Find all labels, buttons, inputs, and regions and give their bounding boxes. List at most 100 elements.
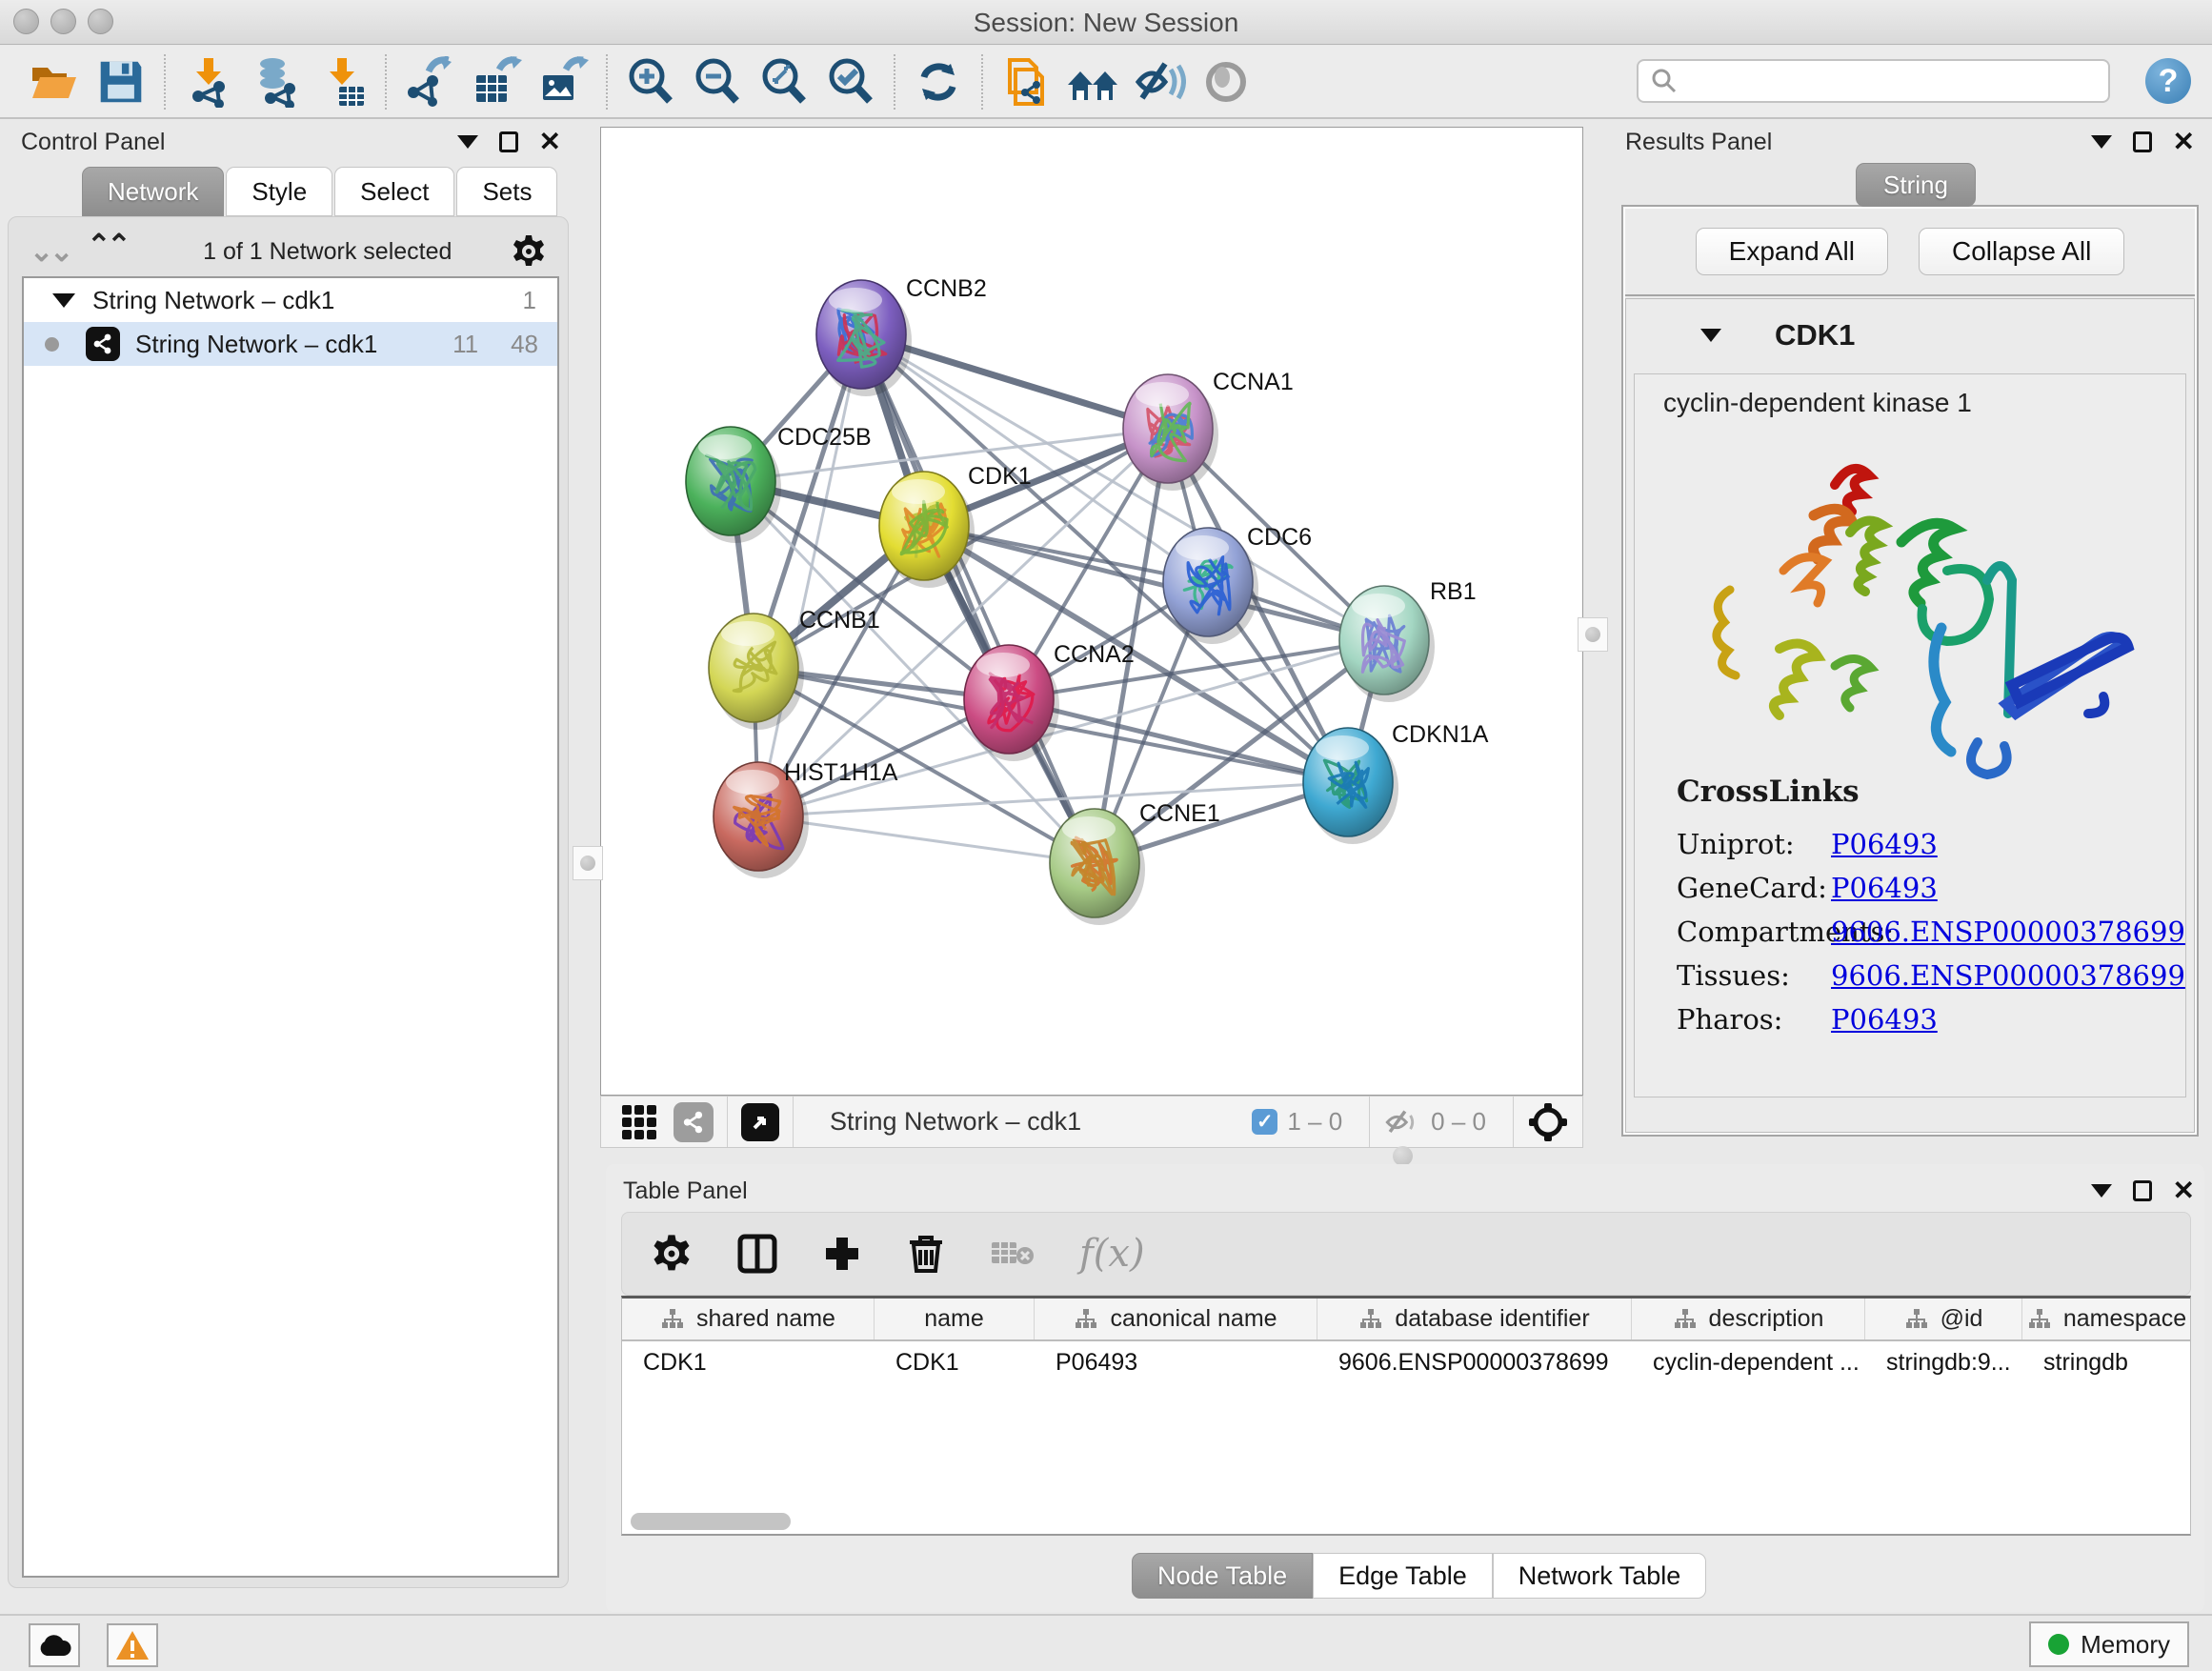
export-network-button[interactable] [402,54,457,110]
crosslink-link[interactable]: 9606.ENSP00000378699 [1831,916,2185,948]
network-node-CCNE1[interactable] [1050,809,1145,925]
node-label-CCNA1: CCNA1 [1213,369,1294,395]
panel-float-icon[interactable] [2133,131,2152,152]
selected-checkbox-icon[interactable]: ✓ [1252,1109,1277,1135]
title-bar: Session: New Session [0,0,2212,45]
tab-network[interactable]: Network [82,167,224,216]
network-canvas[interactable]: CCNB2CCNA1CDC25BCDK1CDC6RB1CCNB1CCNA2CDK… [600,127,1583,1096]
table-cell: CDK1 [622,1341,875,1383]
table-row[interactable]: CDK1CDK1P064939606.ENSP00000378699cyclin… [622,1341,2190,1383]
network-tree-child-row[interactable]: String Network – cdk1 11 48 [24,322,557,366]
column-header--id[interactable]: @id [1865,1299,2022,1339]
column-header-name[interactable]: name [875,1299,1035,1339]
zoom-selected-button[interactable] [823,54,878,110]
import-network-button[interactable] [181,54,236,110]
delete-column-icon[interactable] [906,1233,946,1275]
tab-string[interactable]: String [1856,163,1976,207]
add-column-icon[interactable] [822,1234,862,1274]
panel-close-icon[interactable]: ✕ [539,132,561,151]
left-splitter-handle[interactable] [573,846,603,880]
birds-eye-view-icon[interactable] [741,1103,779,1141]
column-header-description[interactable]: description [1632,1299,1865,1339]
tab-select[interactable]: Select [334,167,454,216]
network-node-CCNA2[interactable] [964,645,1059,761]
hide-selected-button[interactable] [1132,54,1187,110]
open-session-button[interactable] [27,54,82,110]
expand-all-networks-icon[interactable]: ⌃⌃ [87,229,127,262]
network-edge[interactable] [758,334,861,816]
network-node-RB1[interactable] [1339,586,1435,702]
show-hidden-button[interactable] [1198,54,1254,110]
table-options-gear-icon[interactable] [651,1233,693,1275]
crosslink-link[interactable]: P06493 [1831,1003,1938,1036]
network-node-CDKN1A[interactable] [1303,728,1398,844]
network-node-CCNB1[interactable] [709,614,804,730]
tab-node-table[interactable]: Node Table [1132,1553,1313,1599]
save-session-button[interactable] [93,54,149,110]
table-horizontal-scrollbar[interactable] [631,1513,791,1530]
crosslink-row: GeneCard:P06493 [1677,866,2185,910]
panel-float-icon[interactable] [499,131,518,152]
column-header-database-identifier[interactable]: database identifier [1317,1299,1632,1339]
tab-network-table[interactable]: Network Table [1493,1553,1707,1599]
refresh-button[interactable] [911,54,966,110]
panel-close-icon[interactable]: ✕ [2173,132,2195,151]
panel-menu-icon[interactable] [2091,135,2112,149]
gene-collapse-icon[interactable] [1700,329,1721,342]
column-header-shared-name[interactable]: shared name [622,1299,875,1339]
crosslink-link[interactable]: P06493 [1831,872,1938,904]
show-columns-icon[interactable] [736,1233,778,1275]
zoom-in-button[interactable] [623,54,678,110]
hidden-node-edge-counts: 0 – 0 [1431,1107,1486,1137]
table-panel: Table Panel ✕ f(x) shared namenamecanoni… [606,1164,2204,1612]
fit-content-button[interactable] [756,54,812,110]
network-node-CCNA1[interactable] [1123,374,1218,491]
network-node-CCNB2[interactable] [816,280,912,396]
cloud-status-button[interactable] [29,1623,80,1667]
gene-section: CDK1 cyclin-dependent kinase 1 [1625,298,2195,1133]
fit-selected-crosshair-icon[interactable] [1527,1101,1569,1143]
tree-expand-icon[interactable] [52,293,75,308]
column-header-canonical-name[interactable]: canonical name [1035,1299,1317,1339]
search-input[interactable] [1637,59,2110,103]
grid-view-icon[interactable] [622,1105,656,1139]
cloud-icon [37,1633,71,1658]
column-header-label: namespace [2063,1305,2186,1333]
network-node-CDK1[interactable] [879,472,975,588]
warning-status-button[interactable] [107,1623,158,1667]
panel-menu-icon[interactable] [457,135,478,149]
tab-style[interactable]: Style [226,167,332,216]
collapse-all-button[interactable]: Collapse All [1919,228,2124,275]
network-node-CDC25B[interactable] [686,427,781,543]
expand-all-button[interactable]: Expand All [1696,228,1888,275]
collection-count: 1 [523,286,536,315]
tab-edge-table[interactable]: Edge Table [1313,1553,1493,1599]
home-button[interactable] [1065,54,1120,110]
import-network-from-database-button[interactable] [248,54,303,110]
right-splitter-handle[interactable] [1578,617,1608,652]
panel-close-icon[interactable]: ✕ [2173,1181,2195,1200]
tab-sets[interactable]: Sets [456,167,557,216]
zoom-out-button[interactable] [690,54,745,110]
function-builder-icon[interactable]: f(x) [1079,1232,1145,1276]
network-overview-icon[interactable] [674,1102,714,1142]
network-tree-root-row[interactable]: String Network – cdk1 1 [24,278,557,322]
copy-network-button[interactable] [998,54,1054,110]
crosslink-link[interactable]: 9606.ENSP00000378699 [1831,959,2185,992]
collapse-all-networks-icon[interactable]: ⌄⌄ [30,235,70,269]
horizontal-splitter-handle[interactable] [1393,1146,1413,1166]
memory-button[interactable]: Memory [2029,1621,2189,1667]
network-graph[interactable]: CCNB2CCNA1CDC25BCDK1CDC6RB1CCNB1CCNA2CDK… [601,128,1582,1095]
import-table-button[interactable] [314,54,370,110]
panel-menu-icon[interactable] [2091,1184,2112,1198]
export-image-button[interactable] [535,54,591,110]
help-button[interactable]: ? [2145,58,2191,104]
export-table-button[interactable] [469,54,524,110]
results-panel: Results Panel ✕ String Expand All Collap… [1610,125,2204,1138]
delete-table-icon[interactable] [990,1237,1036,1271]
crosslink-link[interactable]: P06493 [1831,828,1938,860]
panel-float-icon[interactable] [2133,1180,2152,1201]
column-header-namespace[interactable]: namespace [2022,1299,2191,1339]
network-options-gear-icon[interactable] [511,233,547,270]
crosslink-label: GeneCard: [1677,872,1831,904]
